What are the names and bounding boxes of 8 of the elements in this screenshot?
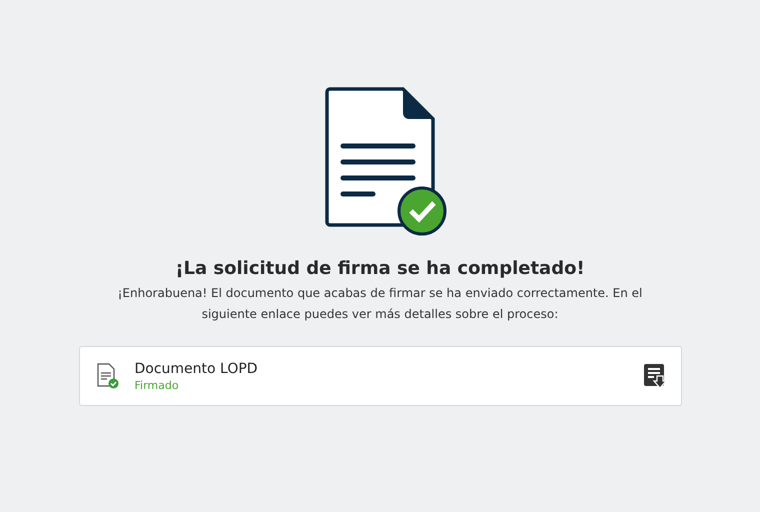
signed-document-icon	[323, 86, 449, 238]
document-status: Firmado	[134, 378, 180, 392]
page-title: ¡La solicitud de firma se ha completado!	[175, 258, 585, 279]
confirmation-message: ¡Enhorabuena! El documento que acabas de firmar se ha enviado correctamente. En el siguiente enlace puedes ver más detalles sobre el proceso:	[116, 285, 644, 323]
document-name: Documento LOPD	[134, 360, 259, 376]
download-document-icon[interactable]	[642, 363, 666, 389]
signed-document-icon	[96, 363, 118, 389]
document-card[interactable]: Documento LOPD Firmado	[78, 346, 682, 406]
